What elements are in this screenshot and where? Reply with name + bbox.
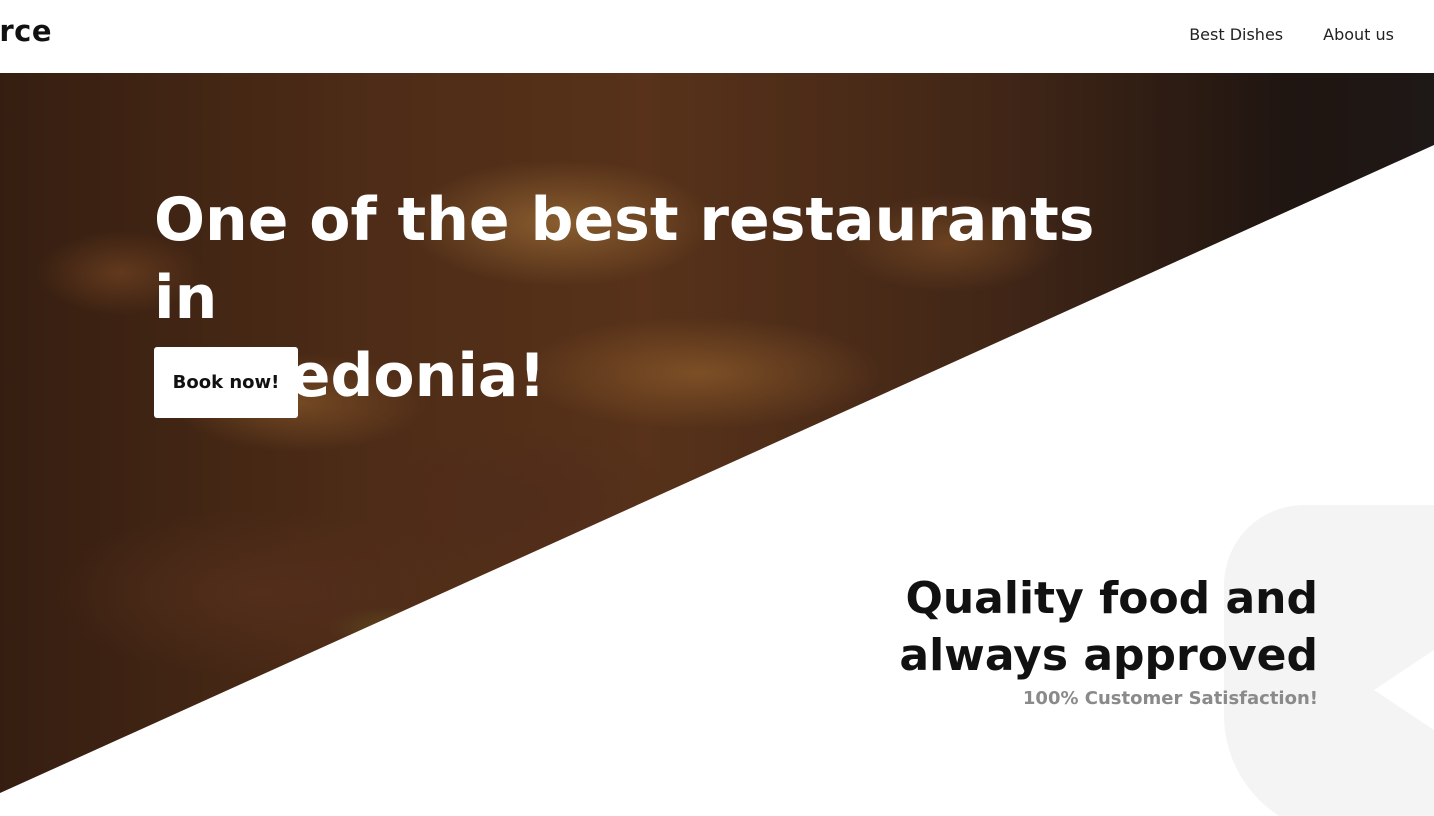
satisfaction-subtext: 100% Customer Satisfaction!: [1022, 688, 1318, 709]
hero-title: One of the best restaurants in Macedonia!: [154, 181, 1114, 415]
quality-heading: Quality food and always approved: [899, 570, 1318, 684]
quality-heading-line-2: always approved: [899, 630, 1318, 681]
quality-section: Quality food and always approved 100% Cus…: [899, 570, 1318, 709]
site-header: rce Best Dishes About us: [0, 0, 1434, 73]
hero-title-line-1: One of the best restaurants in: [154, 185, 1095, 333]
page: rce Best Dishes About us One of the best…: [0, 0, 1434, 816]
quality-heading-line-1: Quality food and: [905, 573, 1318, 624]
book-now-button[interactable]: Book now!: [154, 347, 298, 418]
nav-link-about-us[interactable]: About us: [1323, 25, 1394, 44]
site-logo[interactable]: rce: [0, 14, 52, 48]
nav-link-best-dishes[interactable]: Best Dishes: [1189, 25, 1283, 44]
main-nav: Best Dishes About us: [1189, 25, 1394, 44]
decorative-notch: [1374, 650, 1434, 730]
